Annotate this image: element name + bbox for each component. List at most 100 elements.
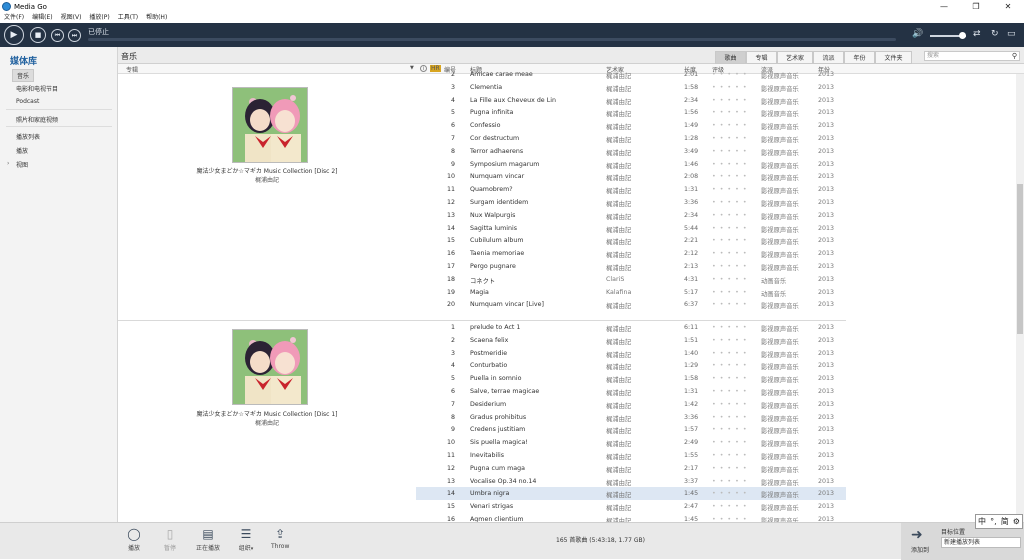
table-row[interactable]: 1 prelude to Act 1 梶浦由記 6:11 • • • • • 影视原声音乐… [416,321,846,334]
track-rating[interactable]: • • • • • [712,452,748,459]
table-row[interactable]: 19 Magia Kalafina 5:17 • • • • • 动画音乐 2013 [416,286,846,299]
menu-file[interactable]: 文件(F) [0,13,28,23]
table-row[interactable]: 5 Pugna infinita 梶浦由記 1:56 • • • • • 影视原声音乐 20… [416,106,846,119]
table-row[interactable]: 16 Taenia memoriae 梶浦由記 2:12 • • • • • 影视原声音乐… [416,247,846,260]
table-row[interactable]: 6 Confessio 梶浦由記 1:49 • • • • • 影视原声音乐 2013 [416,119,846,132]
organize-button[interactable]: ☰ 组织▾ [238,527,254,552]
sidebar-item-views[interactable]: 视图 [16,160,28,169]
track-rating[interactable]: • • • • • [712,186,748,193]
table-row[interactable]: 6 Salve, terrae magicae 梶浦由記 1:31 • • • • • 影… [416,385,846,398]
track-rating[interactable]: • • • • • [712,375,748,382]
tab-years[interactable]: 年份 [844,51,875,64]
table-row[interactable]: 7 Cor destructum 梶浦由記 1:28 • • • • • 影视原声音乐 20… [416,132,846,145]
table-row[interactable]: 20 Numquam vincar [Live] 梶浦由記 6:37 • • • • •… [416,298,846,311]
throw-button[interactable]: ⇪ Throw [271,527,289,550]
track-rating[interactable]: • • • • • [712,439,748,446]
table-row[interactable]: 10 Numquam vincar 梶浦由記 2:08 • • • • • 影视原声音乐 2… [416,170,846,183]
track-rating[interactable]: • • • • • [712,276,748,283]
menu-view[interactable]: 视图(V) [57,13,86,23]
track-rating[interactable]: • • • • • [712,388,748,395]
menu-help[interactable]: 帮助(H) [142,13,171,23]
sidebar-item-movies-tv[interactable]: 电影和电视节目 [16,84,58,93]
close-button[interactable]: ✕ [992,0,1024,13]
track-rating[interactable]: • • • • • [712,97,748,104]
scrollbar-thumb[interactable] [1017,184,1023,334]
track-rating[interactable]: • • • • • [712,362,748,369]
track-rating[interactable]: • • • • • [712,490,748,497]
table-row[interactable]: 2 Amicae carae meae 梶浦由記 2:01 • • • • • 影视原声音… [416,68,846,81]
stop-icon[interactable]: ■ [30,27,46,43]
track-rating[interactable]: • • • • • [712,135,748,142]
tab-albums[interactable]: 专辑 [746,51,777,64]
table-row[interactable]: 8 Gradus prohibitus 梶浦由記 3:36 • • • • • 影视原声音… [416,411,846,424]
vertical-scrollbar[interactable] [1016,74,1024,522]
table-row[interactable]: 15 Venari strigas 梶浦由記 2:47 • • • • • 影视原声音乐 2… [416,500,846,513]
play-button[interactable]: ◯ 播放 [126,527,142,552]
col-album[interactable]: 专辑 [126,65,138,74]
progress-bar[interactable] [88,38,896,41]
table-row[interactable]: 14 Sagitta luminis 梶浦由記 5:44 • • • • • 影视原声音乐… [416,222,846,235]
ime-toolbar[interactable]: 中 °, 简 ⚙ [975,514,1023,529]
track-rating[interactable]: • • • • • [712,161,748,168]
next-icon[interactable]: ⏭ [68,29,81,42]
search-input[interactable]: 搜索 ⚲ [924,51,1020,61]
volume-knob[interactable] [959,32,966,39]
destination-dropdown[interactable]: 新建播放列表 [941,537,1021,548]
repeat-icon[interactable]: ↻ [991,29,999,39]
track-rating[interactable]: • • • • • [712,478,748,485]
album-art[interactable] [232,87,308,163]
table-row[interactable]: 4 La Fille aux Cheveux de Lin 梶浦由記 2:34 • • … [416,94,846,107]
miniplayer-icon[interactable]: ▭ [1007,29,1016,39]
table-row[interactable]: 13 Nux Walpurgis 梶浦由記 2:34 • • • • • 影视原声音乐 20… [416,209,846,222]
table-row[interactable]: 8 Terror adhaerens 梶浦由記 3:49 • • • • • 影视原声音乐… [416,145,846,158]
track-rating[interactable]: • • • • • [712,237,748,244]
search-icon[interactable]: ⚲ [1012,52,1017,60]
table-row[interactable]: 7 Desiderium 梶浦由記 1:42 • • • • • 影视原声音乐 2013 [416,398,846,411]
track-rating[interactable]: • • • • • [712,324,748,331]
sidebar-item-photos[interactable]: 照片和家庭视频 [16,115,58,124]
ime-punct[interactable]: °, [990,517,997,526]
table-row[interactable]: 4 Conturbatio 梶浦由記 1:29 • • • • • 影视原声音乐 2013 [416,359,846,372]
add-to-arrow-icon[interactable]: ➜ [911,527,923,543]
sort-arrow-icon[interactable]: ▼ [410,65,414,71]
track-rating[interactable]: • • • • • [712,401,748,408]
ime-mode[interactable]: 中 [978,516,986,527]
table-row[interactable]: 9 Credens justitiam 梶浦由記 1:57 • • • • • 影视原声音… [416,423,846,436]
track-rating[interactable]: • • • • • [712,225,748,232]
ime-settings-icon[interactable]: ⚙ [1013,517,1020,526]
track-rating[interactable]: • • • • • [712,212,748,219]
track-rating[interactable]: • • • • • [712,465,748,472]
minimize-button[interactable]: — [928,0,960,13]
track-rating[interactable]: • • • • • [712,503,748,510]
tab-genres[interactable]: 流派 [813,51,844,64]
table-row[interactable]: 10 Sis puella magica! 梶浦由記 2:49 • • • • • 影视原… [416,436,846,449]
sidebar-item-music[interactable]: 音乐 [12,69,35,82]
track-rating[interactable]: • • • • • [712,426,748,433]
track-rating[interactable]: • • • • • [712,301,748,308]
shuffle-icon[interactable]: ⇄ [973,29,981,39]
table-row[interactable]: 13 Vocalise Op.34 no.14 梶浦由記 3:37 • • • • • 影… [416,475,846,488]
pause-button[interactable]: ▯ 暂停 [162,527,178,552]
album-art[interactable] [232,329,308,405]
track-rating[interactable]: • • • • • [712,173,748,180]
table-row[interactable]: 2 Scaena felix 梶浦由記 1:51 • • • • • 影视原声音乐 2013 [416,334,846,347]
ime-charset[interactable]: 简 [1001,516,1009,527]
tab-artists[interactable]: 艺术家 [777,51,813,64]
table-row[interactable]: 18 コネクト ClariS 4:31 • • • • • 动画音乐 2013 [416,273,846,286]
track-rating[interactable]: • • • • • [712,109,748,116]
tab-songs[interactable]: 歌曲 [715,51,746,64]
track-rating[interactable]: • • • • • [712,84,748,91]
track-rating[interactable]: • • • • • [712,414,748,421]
track-rating[interactable]: • • • • • [712,289,748,296]
table-row[interactable]: 11 Quamobrem? 梶浦由記 1:31 • • • • • 影视原声音乐 2013 [416,183,846,196]
track-rating[interactable]: • • • • • [712,250,748,257]
track-rating[interactable]: • • • • • [712,263,748,270]
sidebar-item-playlists[interactable]: 播放列表 [16,132,40,141]
play-icon[interactable]: ▶ [4,25,24,45]
table-row[interactable]: 11 Inevitabilis 梶浦由記 1:55 • • • • • 影视原声音乐 201… [416,449,846,462]
previous-icon[interactable]: ⏮ [51,29,64,42]
track-rating[interactable]: • • • • • [712,337,748,344]
table-row[interactable]: 3 Postmeridie 梶浦由記 1:40 • • • • • 影视原声音乐 2013 [416,347,846,360]
now-playing-button[interactable]: ▤ 正在播放 [196,527,220,552]
track-rating[interactable]: • • • • • [712,350,748,357]
